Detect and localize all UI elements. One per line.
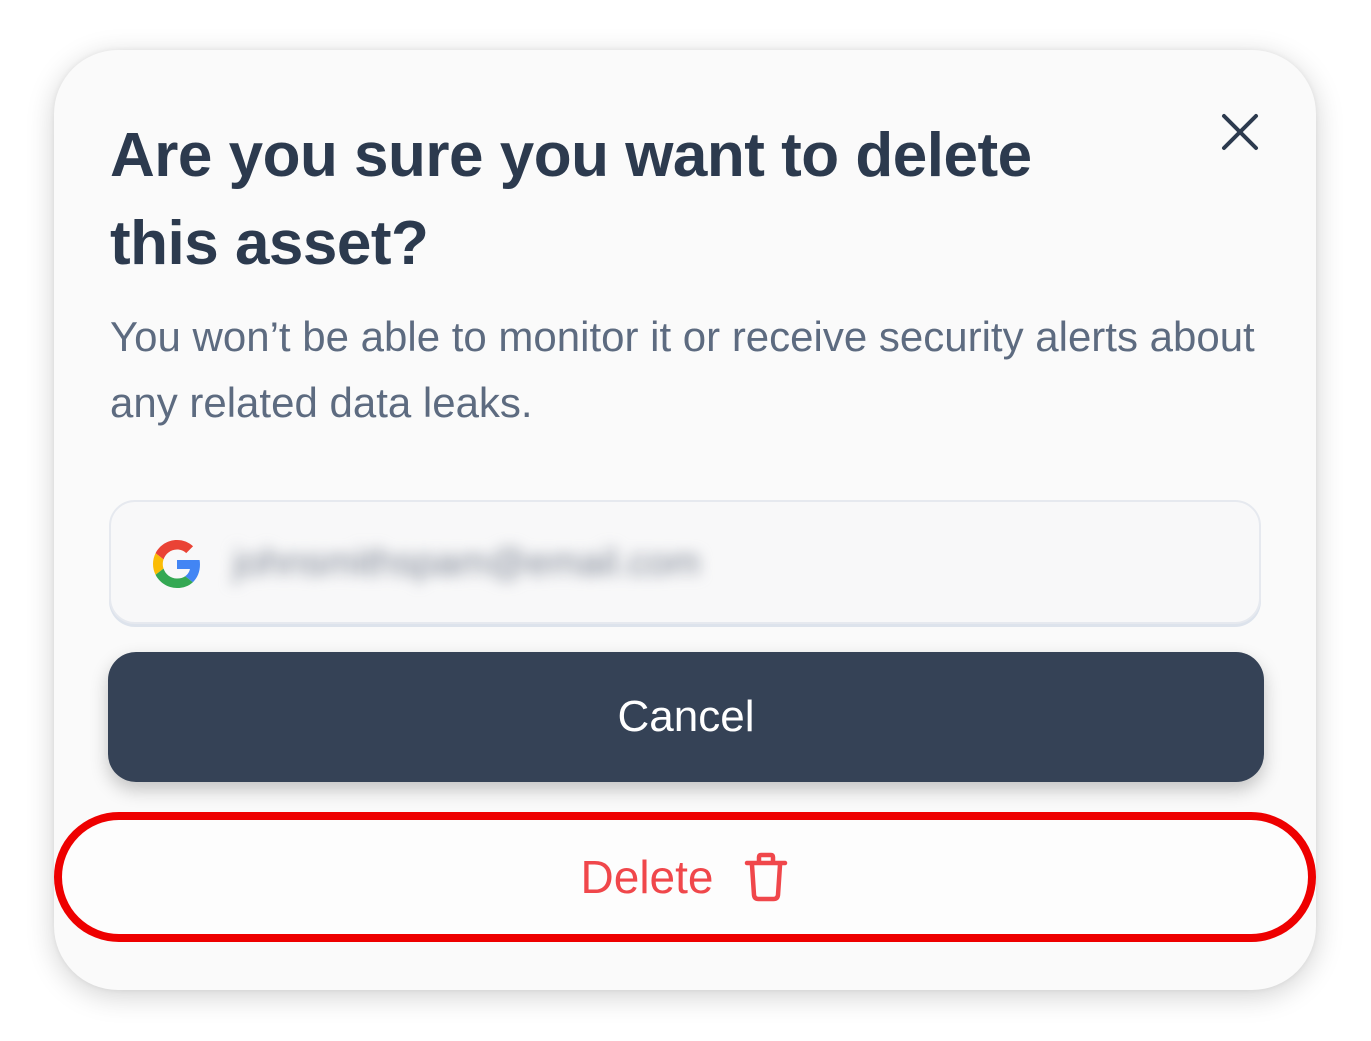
dialog-description: You won’t be able to monitor it or recei…: [110, 313, 1255, 426]
asset-email: johnsmithspam@email.com: [233, 542, 701, 584]
delete-button[interactable]: Delete: [54, 812, 1316, 942]
dialog-title: Are you sure you want to delete this ass…: [110, 121, 1032, 278]
close-icon: [1214, 106, 1266, 158]
delete-asset-dialog: Are you sure you want to delete this ass…: [54, 50, 1316, 990]
google-icon: [153, 540, 201, 588]
trash-icon: [743, 851, 789, 903]
delete-button-label: Delete: [580, 851, 714, 903]
cancel-button-label: Cancel: [617, 692, 755, 741]
asset-field: johnsmithspam@email.com: [109, 500, 1261, 624]
close-button[interactable]: [1214, 106, 1266, 158]
cancel-button[interactable]: Cancel: [108, 652, 1264, 782]
